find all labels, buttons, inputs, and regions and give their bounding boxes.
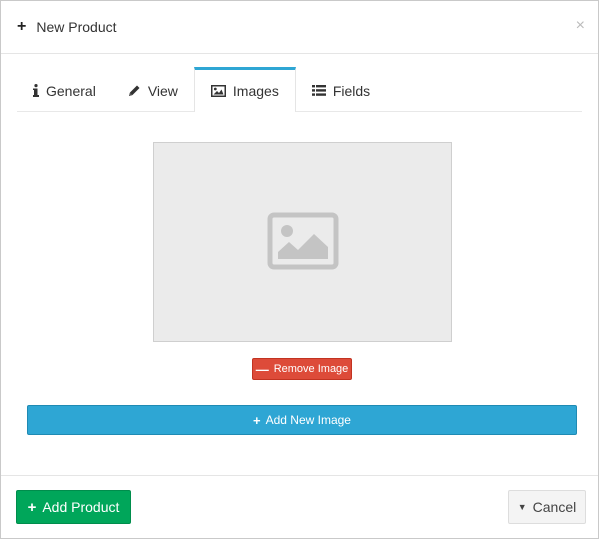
image-placeholder-icon <box>267 212 339 273</box>
tab-label: Images <box>232 83 279 99</box>
add-new-image-label: Add New Image <box>265 413 351 427</box>
remove-image-label: Remove Image <box>273 363 349 375</box>
caret-down-icon: ▼ <box>517 502 527 512</box>
cancel-label: Cancel <box>532 499 577 515</box>
product-image-preview <box>153 142 452 342</box>
tab-label: View <box>147 82 178 99</box>
new-product-modal: + New Product × General View Images Fiel… <box>0 0 599 539</box>
modal-title: New Product <box>36 19 117 35</box>
tab-bar: General View Images Fields <box>17 67 582 112</box>
tab-images[interactable]: Images <box>193 67 296 112</box>
close-icon[interactable]: × <box>576 17 585 35</box>
add-product-label: Add Product <box>42 499 120 515</box>
plus-icon: + <box>253 412 261 428</box>
modal-header: + New Product × <box>1 1 598 54</box>
minus-icon: — <box>255 361 269 377</box>
fields-icon <box>311 85 326 96</box>
plus-icon: + <box>27 498 37 516</box>
plus-icon: + <box>17 18 27 35</box>
tab-general[interactable]: General <box>17 67 112 111</box>
tab-view[interactable]: View <box>112 67 194 111</box>
info-icon <box>33 84 39 97</box>
tab-label: Fields <box>332 82 371 99</box>
tab-fields[interactable]: Fields <box>296 67 386 111</box>
add-new-image-button[interactable]: + Add New Image <box>27 405 577 435</box>
pencil-icon <box>128 84 141 97</box>
tab-label: General <box>46 82 96 99</box>
cancel-button[interactable]: ▼ Cancel <box>508 490 586 524</box>
add-product-button[interactable]: + Add Product <box>16 490 131 524</box>
image-icon <box>210 85 226 97</box>
remove-image-button[interactable]: — Remove Image <box>252 358 352 380</box>
